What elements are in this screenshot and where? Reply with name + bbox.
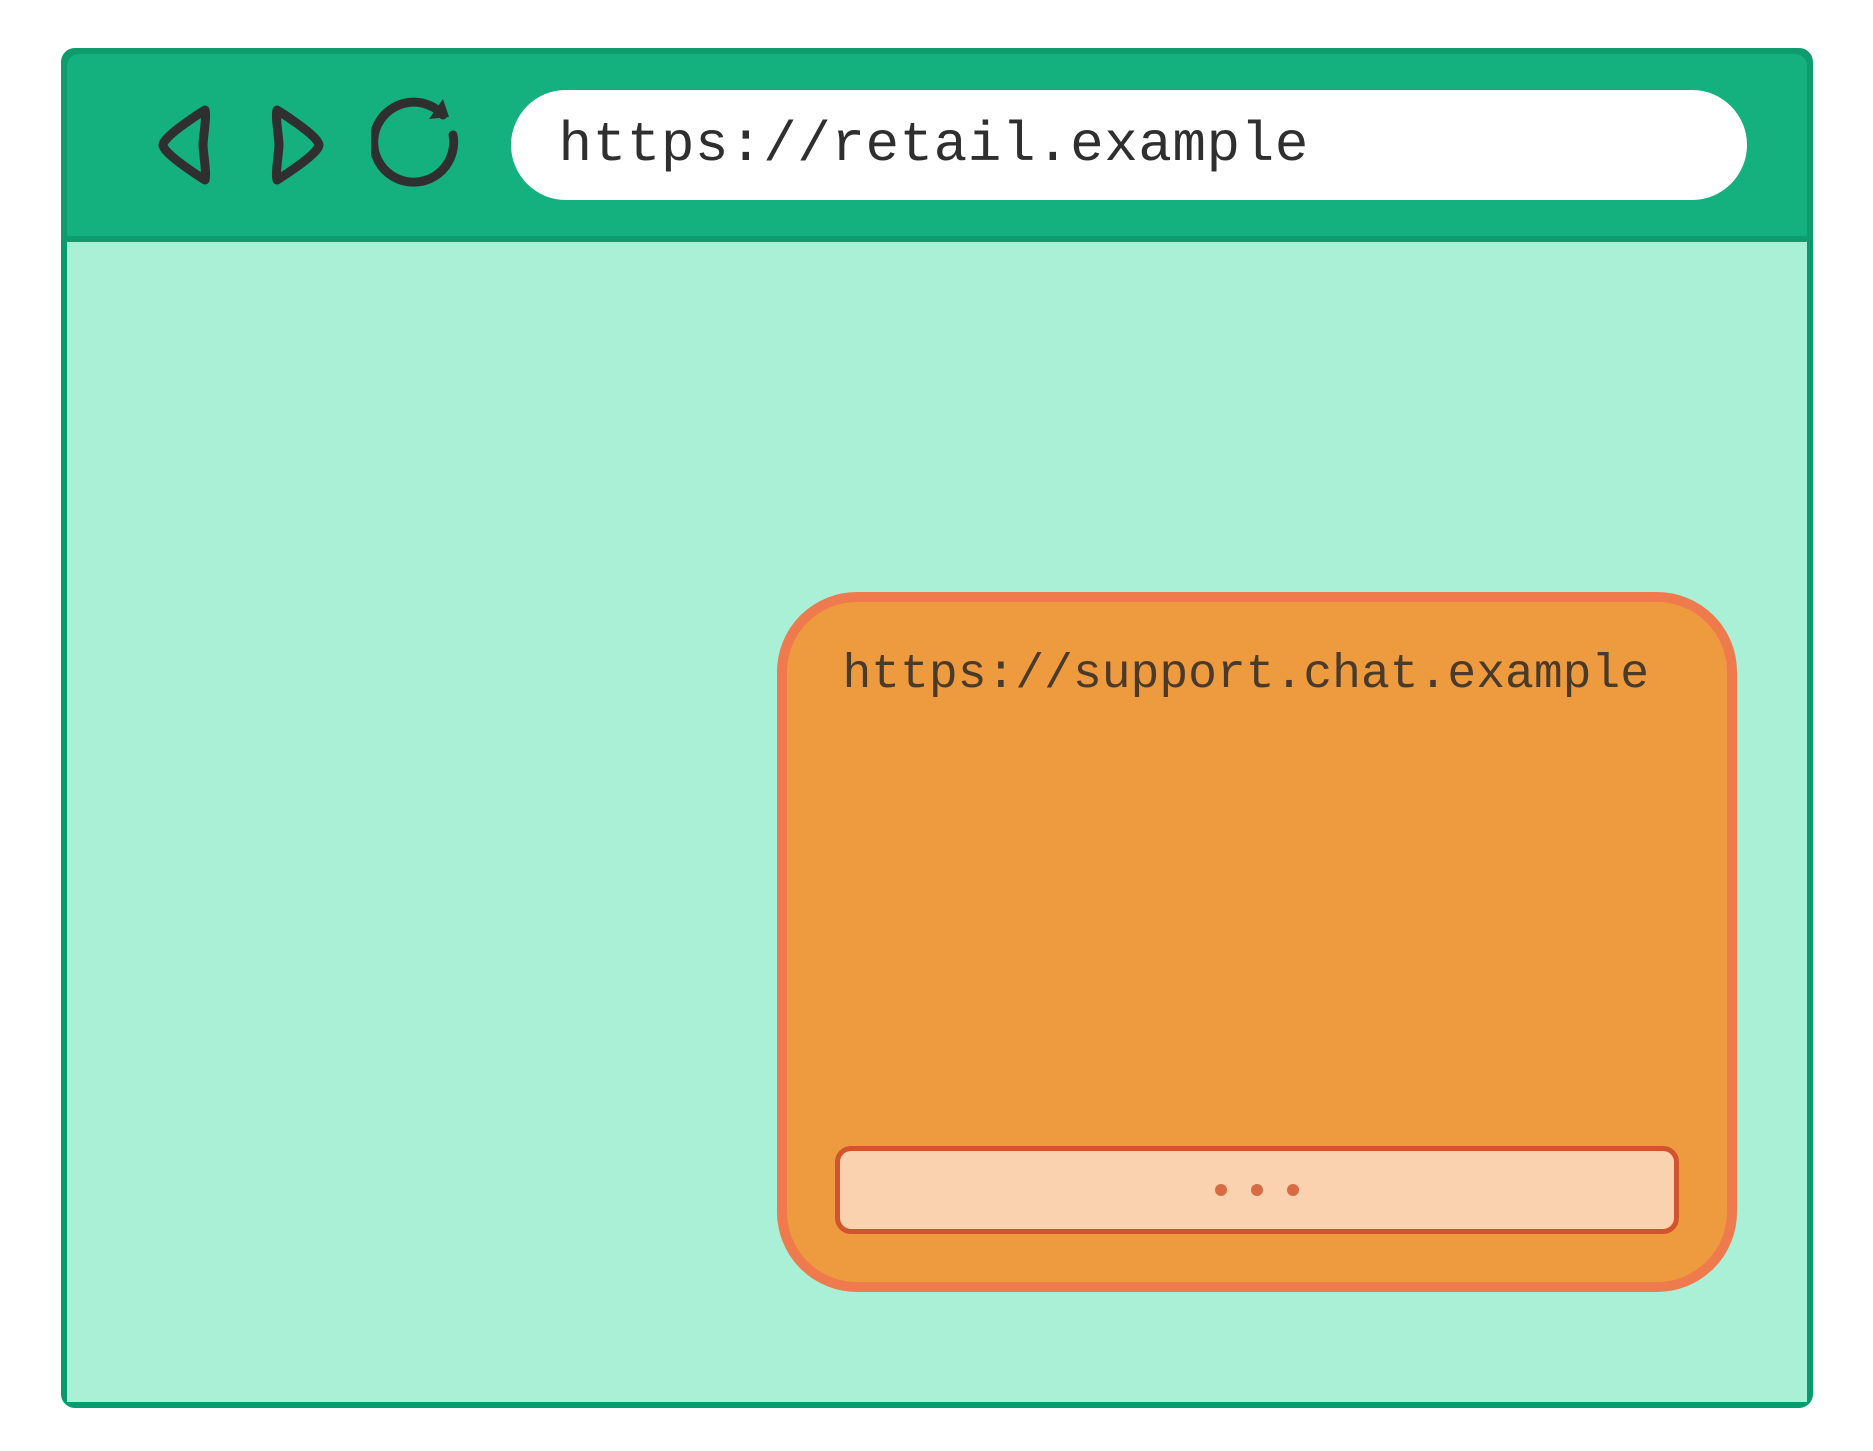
- page-viewport: https://support.chat.example: [67, 242, 1807, 1402]
- typing-dot-icon: [1251, 1184, 1263, 1196]
- chat-iframe: https://support.chat.example: [777, 592, 1737, 1292]
- address-bar-url: https://retail.example: [559, 113, 1309, 177]
- reload-icon[interactable]: [371, 95, 471, 195]
- forward-icon[interactable]: [259, 100, 335, 190]
- browser-toolbar: https://retail.example: [61, 48, 1813, 242]
- browser-window: https://retail.example https://support.c…: [61, 48, 1813, 1408]
- back-icon[interactable]: [147, 100, 223, 190]
- chat-input[interactable]: [835, 1146, 1679, 1234]
- address-bar[interactable]: https://retail.example: [511, 90, 1747, 200]
- typing-dot-icon: [1287, 1184, 1299, 1196]
- typing-dot-icon: [1215, 1184, 1227, 1196]
- nav-button-group: [147, 95, 471, 195]
- chat-origin-label: https://support.chat.example: [843, 648, 1679, 702]
